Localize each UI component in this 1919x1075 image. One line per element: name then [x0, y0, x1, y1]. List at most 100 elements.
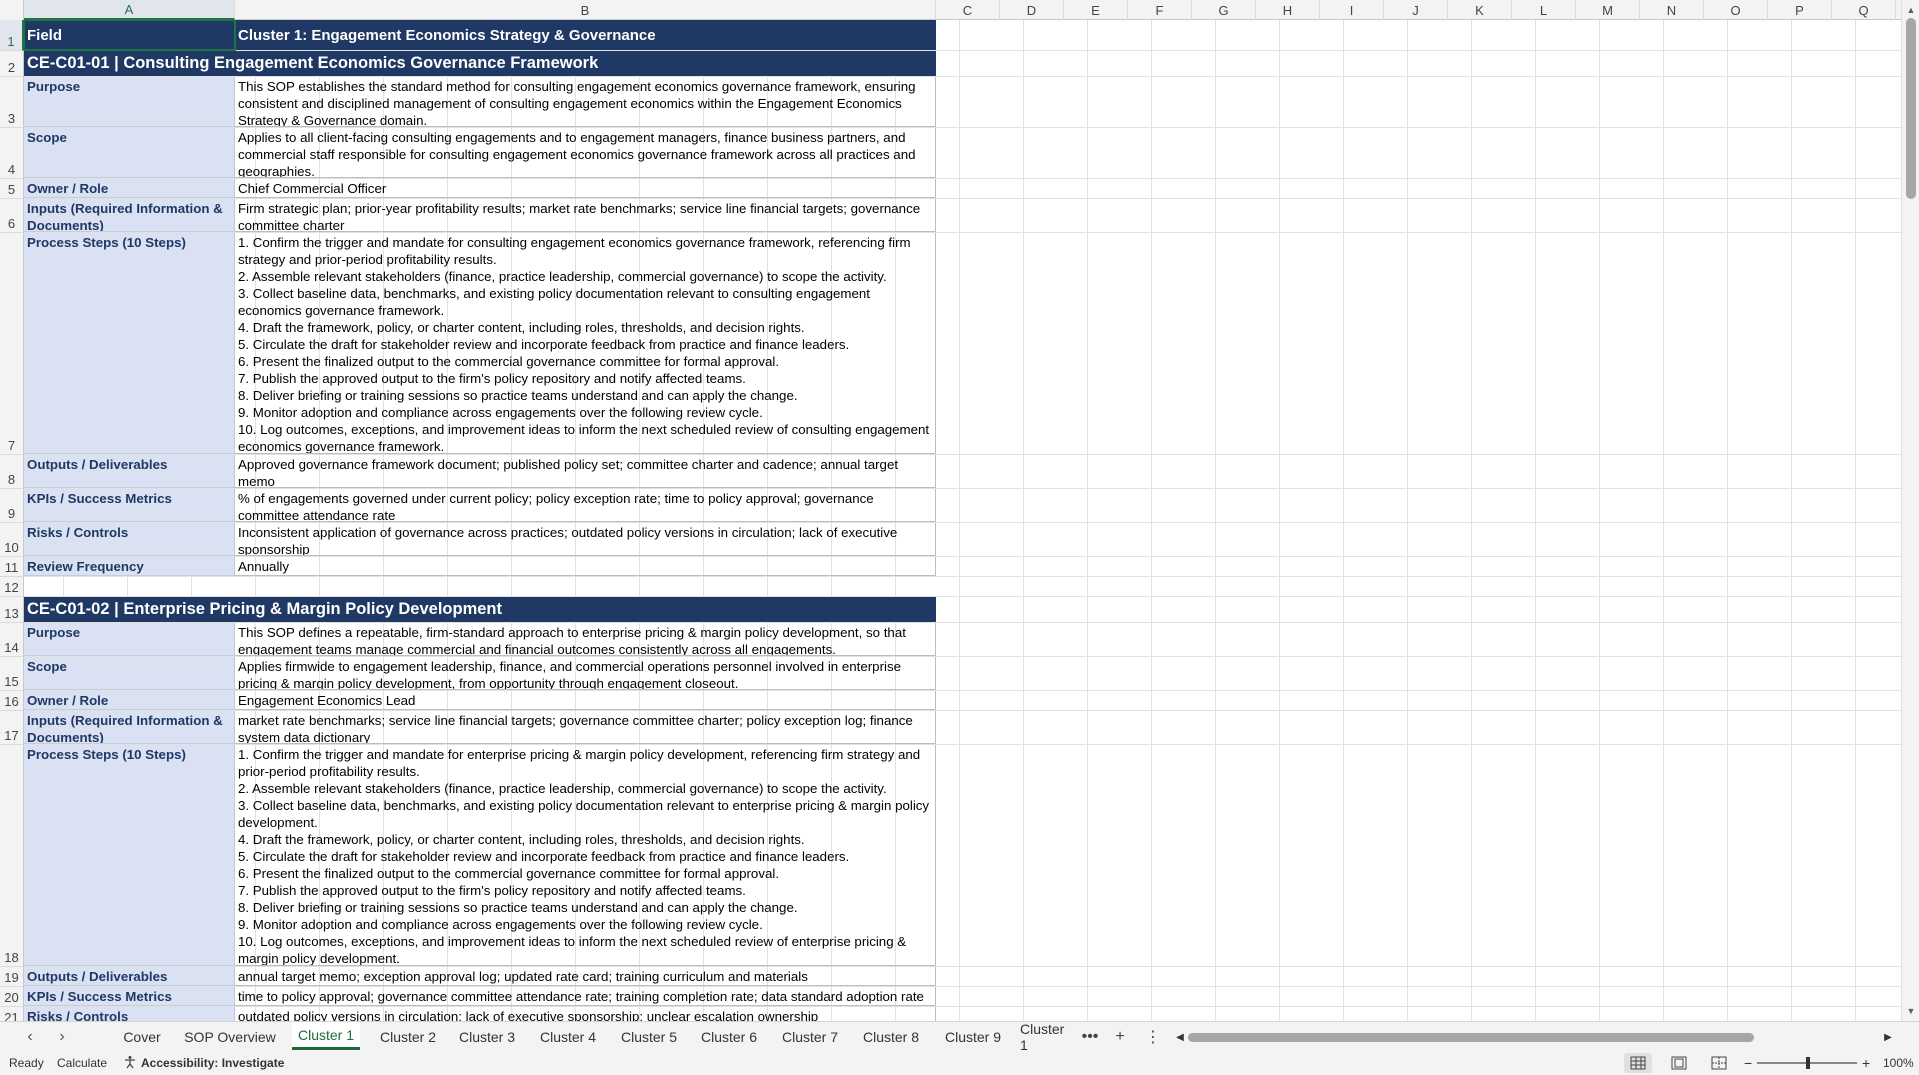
ellipsis-icon[interactable]: •••: [1077, 1022, 1103, 1052]
vertical-scrollbar[interactable]: ▲ ▼: [1901, 0, 1919, 1021]
cell-area[interactable]: Field Cluster 1: Engagement Economics Str…: [24, 20, 1901, 1021]
column-header-j[interactable]: J: [1384, 0, 1448, 20]
row-header-2[interactable]: 2: [0, 51, 24, 77]
field-value[interactable]: Applies firmwide to engagement leadershi…: [235, 657, 936, 690]
field-value[interactable]: % of engagements governed under current …: [235, 489, 936, 522]
row-header-11[interactable]: 11: [0, 557, 24, 577]
column-header-c[interactable]: C: [936, 0, 1000, 20]
row-header-20[interactable]: 20: [0, 987, 24, 1007]
sheet-tab-cluster-1[interactable]: Cluster 1: [1020, 1022, 1074, 1052]
row-header-8[interactable]: 8: [0, 455, 24, 489]
field-label[interactable]: Process Steps (10 Steps): [24, 745, 235, 966]
row-header-21[interactable]: 21: [0, 1007, 24, 1021]
field-value[interactable]: annual target memo; exception approval l…: [235, 967, 936, 986]
zoom-in-icon[interactable]: +: [1862, 1051, 1870, 1075]
sheet-tab-cluster-4[interactable]: Cluster 4: [536, 1022, 600, 1052]
field-label[interactable]: Purpose: [24, 623, 235, 656]
column-header-o[interactable]: O: [1704, 0, 1768, 20]
accessibility-status[interactable]: Accessibility: Investigate: [123, 1051, 284, 1075]
zoom-slider-thumb[interactable]: [1806, 1057, 1810, 1069]
column-header-n[interactable]: N: [1640, 0, 1704, 20]
row-header-15[interactable]: 15: [0, 657, 24, 691]
column-header-b[interactable]: B: [235, 0, 936, 20]
sheet-tab-cluster-6[interactable]: Cluster 6: [697, 1022, 761, 1052]
sheet-tab-cluster-5[interactable]: Cluster 5: [617, 1022, 681, 1052]
column-header-p[interactable]: P: [1768, 0, 1832, 20]
column-header-m[interactable]: M: [1576, 0, 1640, 20]
row-header-19[interactable]: 19: [0, 967, 24, 987]
field-value[interactable]: Applies to all client-facing consulting …: [235, 128, 936, 178]
row-header-18[interactable]: 18: [0, 745, 24, 967]
column-header-q[interactable]: Q: [1832, 0, 1896, 20]
row-header-10[interactable]: 10: [0, 523, 24, 557]
scroll-right-icon[interactable]: ▶: [1880, 1028, 1896, 1046]
grid-view-icon[interactable]: [1624, 1053, 1652, 1073]
scroll-left-icon[interactable]: ◀: [1172, 1028, 1188, 1046]
row-header-6[interactable]: 6: [0, 199, 24, 233]
field-label[interactable]: Risks / Controls: [24, 523, 235, 556]
field-label[interactable]: Process Steps (10 Steps): [24, 233, 235, 454]
field-value[interactable]: This SOP establishes the standard method…: [235, 77, 936, 127]
horizontal-scrollbar[interactable]: ◀ ▶: [1172, 1028, 1896, 1046]
sheet-tab-cluster-3[interactable]: Cluster 3: [455, 1022, 519, 1052]
page-layout-icon[interactable]: [1665, 1053, 1693, 1073]
field-value[interactable]: This SOP defines a repeatable, firm-stan…: [235, 623, 936, 656]
field-value[interactable]: Inconsistent application of governance a…: [235, 523, 936, 556]
row-header-13[interactable]: 13: [0, 597, 24, 623]
field-value[interactable]: Annually: [235, 557, 936, 576]
row-header-12[interactable]: 12: [0, 577, 24, 597]
column-header-d[interactable]: D: [1000, 0, 1064, 20]
field-label[interactable]: Outputs / Deliverables: [24, 455, 235, 488]
page-break-icon[interactable]: [1705, 1053, 1733, 1073]
calculate-button[interactable]: Calculate: [57, 1051, 107, 1075]
sheet-tab-cluster-8[interactable]: Cluster 8: [858, 1022, 924, 1052]
field-value[interactable]: Chief Commercial Officer: [235, 179, 936, 198]
sheet-tab-cluster-9[interactable]: Cluster 9: [940, 1022, 1006, 1052]
row-header-9[interactable]: 9: [0, 489, 24, 523]
scroll-up-icon[interactable]: ▲: [1902, 2, 1919, 18]
column-header-g[interactable]: G: [1192, 0, 1256, 20]
horizontal-scroll-thumb[interactable]: [1188, 1033, 1754, 1042]
field-value[interactable]: 1. Confirm the trigger and mandate for c…: [235, 233, 936, 454]
row-header-16[interactable]: 16: [0, 691, 24, 711]
column-header-e[interactable]: E: [1064, 0, 1128, 20]
column-header-i[interactable]: I: [1320, 0, 1384, 20]
vertical-ellipsis-icon[interactable]: ⋮: [1140, 1022, 1166, 1052]
field-label[interactable]: Scope: [24, 128, 235, 178]
field-value[interactable]: Approved governance framework document; …: [235, 455, 936, 488]
select-all-corner[interactable]: [0, 0, 24, 20]
zoom-level[interactable]: 100%: [1883, 1051, 1914, 1075]
column-header-h[interactable]: H: [1256, 0, 1320, 20]
cell-a1[interactable]: Field: [24, 20, 235, 50]
section-title[interactable]: CE-C01-01 | Consulting Engagement Econom…: [24, 51, 936, 76]
field-label[interactable]: Inputs (Required Information & Documents…: [24, 711, 235, 744]
column-header-f[interactable]: F: [1128, 0, 1192, 20]
sheet-tab-cover[interactable]: Cover: [120, 1022, 164, 1052]
field-label[interactable]: Owner / Role: [24, 179, 235, 198]
spreadsheet-grid[interactable]: ABCDEFGHIJKLMNOPQ 1 2 3 4 5 6 7 8 9 10 11 12 13 14 15 1…: [0, 0, 1901, 1021]
field-value[interactable]: market rate benchmarks; service line fin…: [235, 711, 936, 744]
field-value[interactable]: Firm strategic plan; prior-year profitab…: [235, 199, 936, 232]
sheet-tab-sop-overview[interactable]: SOP Overview: [180, 1022, 280, 1052]
plus-icon[interactable]: +: [1107, 1022, 1133, 1052]
column-header-l[interactable]: L: [1512, 0, 1576, 20]
field-label[interactable]: KPIs / Success Metrics: [24, 987, 235, 1006]
row-header-17[interactable]: 17: [0, 711, 24, 745]
row-header-1[interactable]: 1: [0, 20, 24, 51]
row-header-4[interactable]: 4: [0, 128, 24, 179]
field-label[interactable]: KPIs / Success Metrics: [24, 489, 235, 522]
field-value[interactable]: 1. Confirm the trigger and mandate for e…: [235, 745, 936, 966]
field-label[interactable]: Scope: [24, 657, 235, 690]
field-value[interactable]: outdated policy versions in circulation;…: [235, 1007, 936, 1021]
field-label[interactable]: Purpose: [24, 77, 235, 127]
field-label[interactable]: Risks / Controls: [24, 1007, 235, 1021]
field-label[interactable]: Review Frequency: [24, 557, 235, 576]
sheet-tab-cluster-1[interactable]: Cluster 1: [292, 1022, 360, 1050]
chevron-right-icon[interactable]: ›: [50, 1022, 74, 1052]
column-header-k[interactable]: K: [1448, 0, 1512, 20]
zoom-out-icon[interactable]: −: [1744, 1051, 1752, 1075]
cell-b1[interactable]: Cluster 1: Engagement Economics Strategy…: [235, 20, 936, 50]
field-label[interactable]: Outputs / Deliverables: [24, 967, 235, 986]
vertical-scroll-thumb[interactable]: [1906, 18, 1916, 199]
field-value[interactable]: time to policy approval; governance comm…: [235, 987, 936, 1006]
